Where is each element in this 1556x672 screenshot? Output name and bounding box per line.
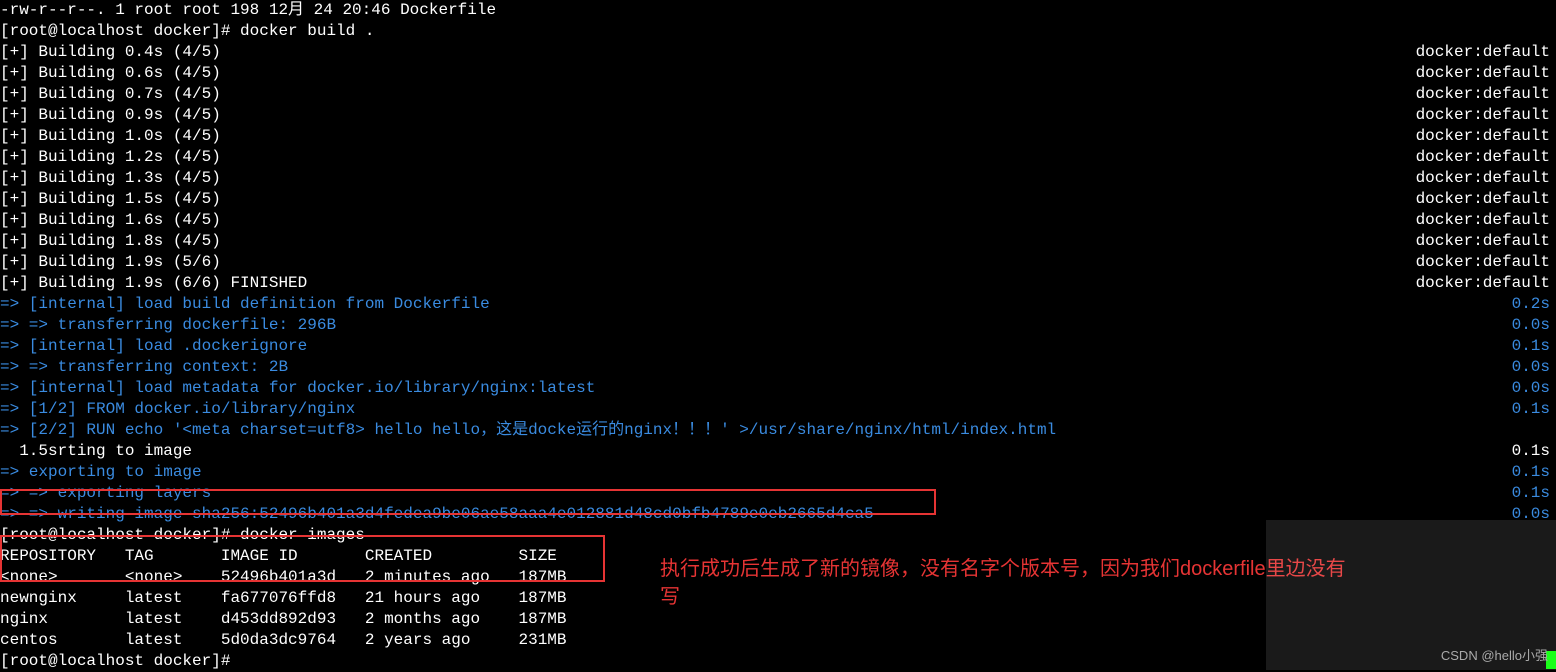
build-progress-line: [+] Building 1.2s (4/5)docker:default bbox=[0, 147, 1556, 168]
build-step-line: => => transferring dockerfile: 296B0.0s bbox=[0, 315, 1556, 336]
build-progress-line: [+] Building 1.9s (5/6)docker:default bbox=[0, 252, 1556, 273]
build-step-line: => [2/2] RUN echo '<meta charset=utf8> h… bbox=[0, 420, 1556, 441]
annotation-text: 执行成功后生成了新的镜像，没有名字个版本号，因为我们dockerfile里边没有… bbox=[660, 555, 1360, 611]
build-progress-line: [+] Building 1.0s (4/5)docker:default bbox=[0, 126, 1556, 147]
build-progress-line: [+] Building 0.6s (4/5)docker:default bbox=[0, 63, 1556, 84]
mixed-line: 1.5srting to image 0.1s bbox=[0, 441, 1556, 462]
build-step-line: => [1/2] FROM docker.io/library/nginx0.1… bbox=[0, 399, 1556, 420]
prompt-line: [root@localhost docker]# docker build . bbox=[0, 21, 1556, 42]
build-progress-line: [+] Building 1.5s (4/5)docker:default bbox=[0, 189, 1556, 210]
export-line: => exporting to image0.1s bbox=[0, 462, 1556, 483]
build-progress-line: [+] Building 1.8s (4/5)docker:default bbox=[0, 231, 1556, 252]
build-progress-line: [+] Building 0.7s (4/5)docker:default bbox=[0, 84, 1556, 105]
build-progress-line: [+] Building 1.3s (4/5)docker:default bbox=[0, 168, 1556, 189]
build-step-line: => [internal] load .dockerignore0.1s bbox=[0, 336, 1556, 357]
build-progress-line: [+] Building 0.9s (4/5)docker:default bbox=[0, 105, 1556, 126]
build-progress-line: [+] Building 1.6s (4/5)docker:default bbox=[0, 210, 1556, 231]
build-progress-line: [+] Building 0.4s (4/5)docker:default bbox=[0, 42, 1556, 63]
build-progress-line: [+] Building 1.9s (6/6) FINISHEDdocker:d… bbox=[0, 273, 1556, 294]
export-line: => => exporting layers0.1s bbox=[0, 483, 1556, 504]
build-step-line: => [internal] load metadata for docker.i… bbox=[0, 378, 1556, 399]
build-step-line: => => transferring context: 2B0.0s bbox=[0, 357, 1556, 378]
watermark-text: CSDN @hello小强 bbox=[1441, 645, 1548, 666]
file-listing-line: -rw-r--r--. 1 root root 198 12月 24 20:46… bbox=[0, 0, 1556, 21]
build-step-line: => [internal] load build definition from… bbox=[0, 294, 1556, 315]
